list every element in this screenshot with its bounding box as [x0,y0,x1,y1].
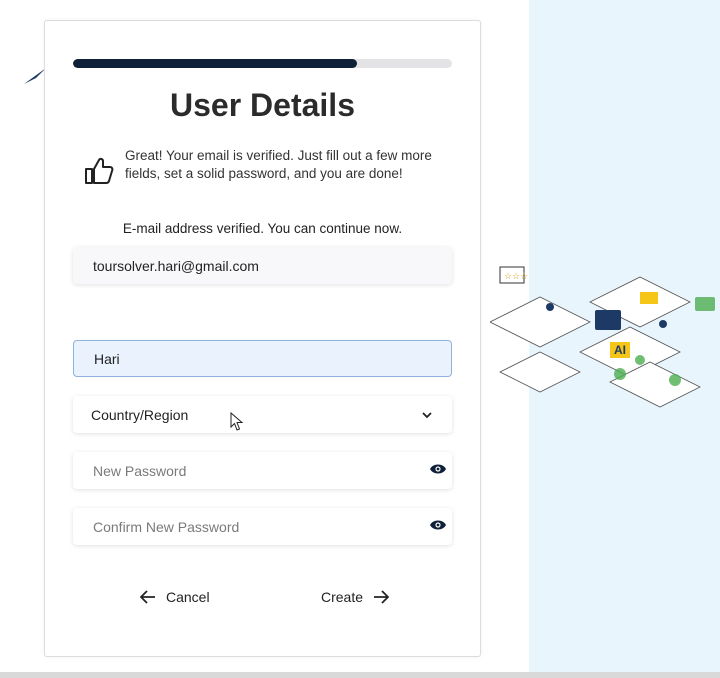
cancel-button[interactable]: Cancel [140,589,210,605]
new-password-input[interactable]: New Password [73,452,452,489]
confirm-password-placeholder: Confirm New Password [93,518,240,535]
email-verified-message: E-mail address verified. You can continu… [122,221,403,236]
svg-text:AI: AI [614,343,626,357]
email-field: toursolver.hari@gmail.com [73,247,452,284]
eye-icon[interactable] [430,519,446,531]
page-title: User Details [170,87,355,123]
mouse-cursor-icon [230,412,244,431]
cancel-label: Cancel [166,589,210,605]
eye-icon[interactable] [430,463,446,475]
logistics-illustration: ☆☆☆ AI [490,266,715,408]
new-password-placeholder: New Password [93,462,187,479]
thumbs-up-icon [85,157,114,184]
country-region-placeholder: Country/Region [91,406,189,423]
chevron-down-icon [422,411,432,418]
create-label: Create [321,589,364,605]
confirm-password-input[interactable]: Confirm New Password [73,508,452,545]
create-button[interactable]: Create [321,589,390,605]
svg-text:☆☆☆: ☆☆☆ [504,271,528,281]
name-input[interactable]: Hari [73,340,452,377]
intro-text: Great! Your email is verified. Just fill… [125,148,432,181]
progress-bar-fill [73,59,358,68]
email-value: toursolver.hari@gmail.com [93,257,259,274]
bottom-border [0,672,720,678]
progress-bar [73,59,452,68]
user-details-card: User Details Great! Your email is verifi… [44,20,481,657]
arrow-left-icon [140,590,155,604]
name-value: Hari [94,350,120,367]
country-region-select[interactable]: Country/Region [73,396,452,433]
arrow-right-icon [374,590,390,604]
